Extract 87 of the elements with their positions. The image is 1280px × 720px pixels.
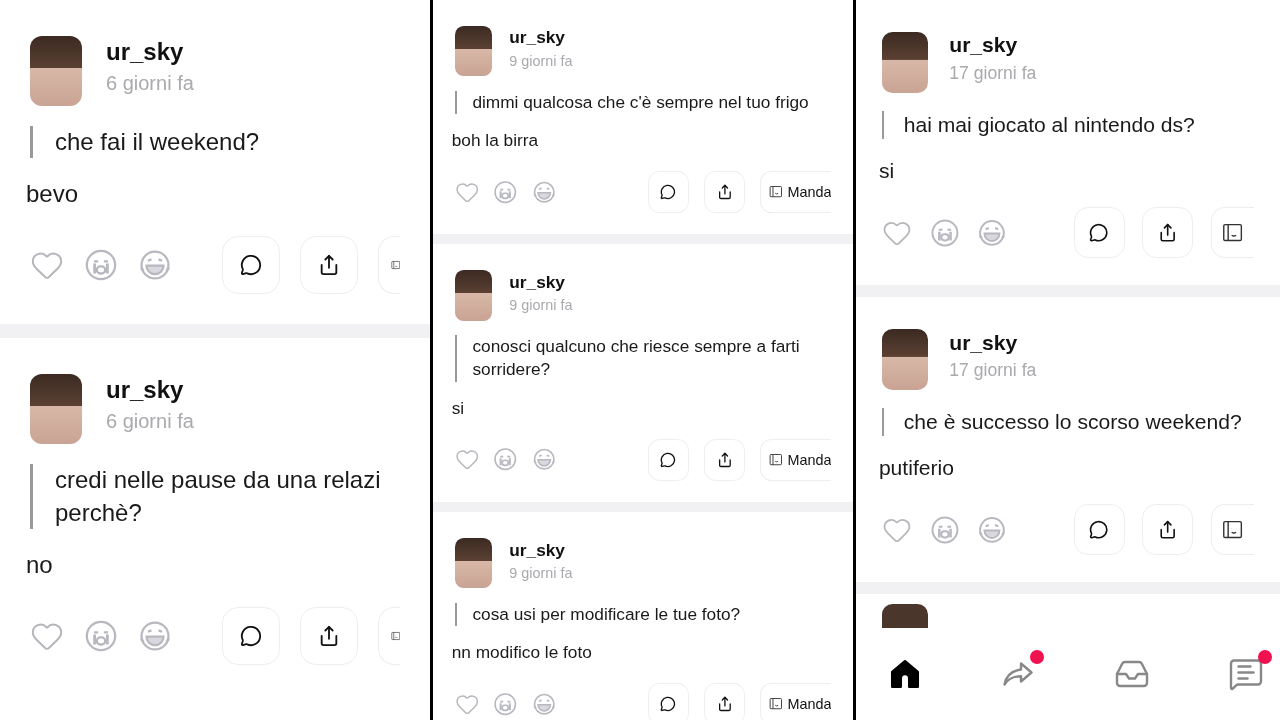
share-button[interactable] [299,607,358,666]
laughing-face-icon[interactable] [138,248,172,283]
share-icon [716,451,733,468]
send-button[interactable]: Manda [759,438,832,481]
avatar-photo-placeholder [30,374,82,445]
laughing-face-icon[interactable] [532,691,557,717]
share-icon [1158,223,1178,243]
crying-face-icon[interactable] [84,248,118,283]
answer-text: si [451,397,466,419]
username: ur_sky [509,539,566,561]
home-icon [888,657,922,691]
answer-text: si [878,158,896,183]
avatar-photo-placeholder [882,328,929,391]
comment-button[interactable] [221,236,280,295]
share-button[interactable] [703,171,746,213]
comment-icon [239,254,262,277]
comment-button[interactable] [647,171,690,213]
question-text: che fai il weekend? [30,126,400,159]
share-button[interactable] [703,438,746,481]
send-button[interactable] [1210,207,1254,259]
post-time: 9 giorni fa [509,52,573,69]
username: ur_sky [106,376,185,405]
comment-icon [660,696,677,712]
laughing-face-icon[interactable] [977,217,1008,248]
comment-icon [660,183,677,200]
post-time: 6 giorni fa [106,410,194,434]
question-text: hai mai giocato al nintendo ds? [882,110,1254,140]
heart-icon[interactable] [454,447,480,472]
crying-face-icon[interactable] [929,217,960,248]
username: ur_sky [106,38,185,66]
comment-button[interactable] [647,683,690,720]
share-button[interactable] [1142,207,1194,259]
share-icon [1158,520,1178,540]
send-button[interactable]: Manda [759,683,832,720]
username: ur_sky [509,27,566,49]
share-button[interactable] [703,683,746,720]
notification-dot [1258,650,1272,664]
avatar-photo-placeholder [30,36,82,106]
send-button[interactable] [1210,504,1254,556]
laughing-face-icon[interactable] [138,619,172,654]
send-button[interactable]: Manda [759,171,832,213]
question-text: che è successo lo scorso weekend? [882,407,1254,437]
post-time: 6 giorni fa [106,72,194,95]
sticker-icon [1222,222,1244,244]
laughing-face-icon[interactable] [977,515,1008,545]
post-time: 9 giorni fa [509,564,573,581]
comment-icon [239,625,262,648]
question-text: conosci qualcuno che riesce sempre a farti sorridere? [454,335,832,382]
chat-icon [1228,656,1264,692]
comment-icon [1089,223,1109,243]
crying-face-icon[interactable] [493,179,518,205]
post-time: 17 giorni fa [949,359,1037,381]
share-icon [716,696,733,712]
answer-text: no [26,551,54,580]
comment-icon [660,451,677,468]
comment-button[interactable] [1073,504,1125,556]
comment-icon [1089,520,1109,540]
share-button[interactable] [299,236,358,295]
sticker-icon [1222,519,1244,541]
crying-face-icon[interactable] [493,691,518,717]
comment-button[interactable] [647,438,690,481]
answer-text: nn modifico le foto [451,642,593,663]
avatar-photo-placeholder [882,31,929,94]
share-icon [716,183,733,200]
comment-button[interactable] [1073,207,1125,259]
question-text: cosa usi per modificare le tue foto? [454,602,832,627]
laughing-face-icon[interactable] [532,447,557,472]
username: ur_sky [949,33,1019,58]
answer-text: bevo [26,180,80,209]
crying-face-icon[interactable] [493,447,518,472]
post-time: 17 giorni fa [949,62,1037,84]
notification-dot [1030,650,1044,664]
crying-face-icon[interactable] [84,619,118,654]
answer-text: boh la birra [451,129,540,151]
share-button[interactable] [1142,504,1194,556]
crying-face-icon[interactable] [929,515,960,545]
laughing-face-icon[interactable] [532,179,557,205]
answer-text: putiferio [878,455,955,480]
question-text: dimmi qualcosa che c'è sempre nel tuo frigo [454,90,832,114]
avatar-photo-placeholder [454,270,493,321]
username: ur_sky [949,330,1019,355]
question-text: credi nelle pause da una relazi perchè? [30,464,400,530]
comment-button[interactable] [221,607,280,666]
post-time: 9 giorni fa [509,297,573,314]
username: ur_sky [509,271,566,293]
avatar-photo-placeholder [454,538,493,589]
avatar-photo-placeholder [454,25,493,77]
